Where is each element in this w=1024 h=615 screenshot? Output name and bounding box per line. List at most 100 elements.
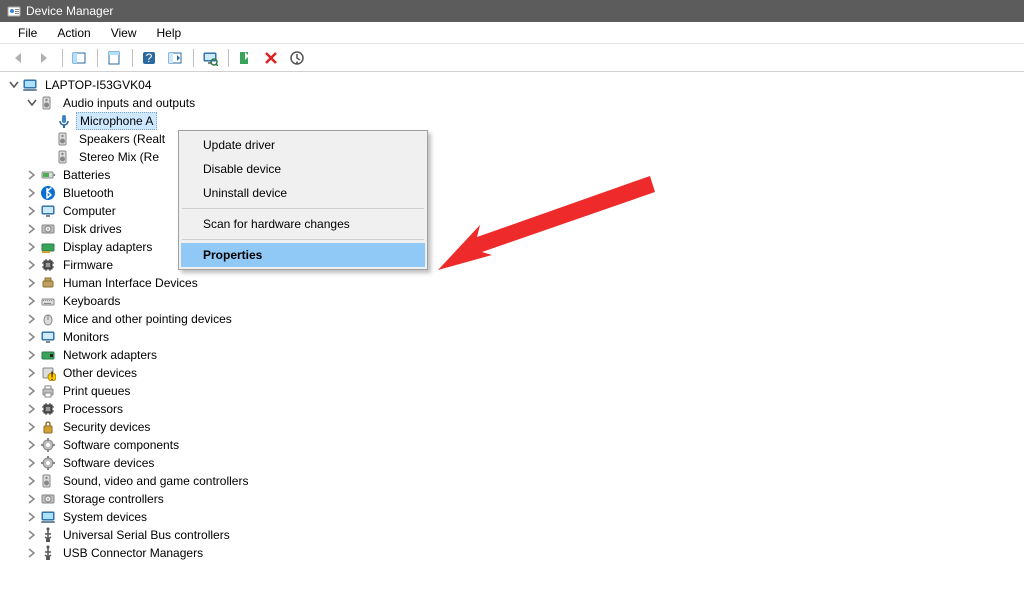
category-icon bbox=[40, 455, 56, 471]
tree-node-audio[interactable]: Audio inputs and outputs bbox=[8, 94, 1024, 112]
node-label: Security devices bbox=[60, 419, 153, 435]
node-label: Software components bbox=[60, 437, 182, 453]
show-hide-tree-button[interactable] bbox=[67, 47, 91, 69]
enable-device-button[interactable] bbox=[233, 47, 257, 69]
tree-node-software-devices[interactable]: Software devices bbox=[8, 454, 1024, 472]
node-label: Microphone A bbox=[76, 112, 157, 130]
node-label: Firmware bbox=[60, 257, 116, 273]
tree-node-keyboards[interactable]: Keyboards bbox=[8, 292, 1024, 310]
node-label: Other devices bbox=[60, 365, 140, 381]
expander-icon[interactable] bbox=[26, 331, 38, 343]
menu-view[interactable]: View bbox=[101, 24, 147, 42]
tree-node-storage-controllers[interactable]: Storage controllers bbox=[8, 490, 1024, 508]
node-label: Speakers (Realt bbox=[76, 131, 168, 147]
tree-node-human-interface-devices[interactable]: Human Interface Devices bbox=[8, 274, 1024, 292]
expander-icon[interactable] bbox=[26, 493, 38, 505]
cm-update-driver[interactable]: Update driver bbox=[181, 133, 425, 157]
menu-file[interactable]: File bbox=[8, 24, 47, 42]
expander-icon[interactable] bbox=[26, 277, 38, 289]
expander-icon[interactable] bbox=[26, 385, 38, 397]
tree-node-firmware[interactable]: Firmware bbox=[8, 256, 1024, 274]
node-label: Disk drives bbox=[60, 221, 125, 237]
expander-icon[interactable] bbox=[26, 259, 38, 271]
menu-action[interactable]: Action bbox=[47, 24, 100, 42]
expander-icon[interactable] bbox=[26, 349, 38, 361]
tree-node-disk-drives[interactable]: Disk drives bbox=[8, 220, 1024, 238]
speaker-icon bbox=[56, 131, 72, 147]
forward-button[interactable] bbox=[32, 47, 56, 69]
scan-hardware-button[interactable] bbox=[198, 47, 222, 69]
cm-separator bbox=[182, 208, 424, 209]
tree-node-sound-video-and-game-controllers[interactable]: Sound, video and game controllers bbox=[8, 472, 1024, 490]
speaker-icon bbox=[40, 95, 56, 111]
category-icon bbox=[40, 365, 56, 381]
tree-node-monitors[interactable]: Monitors bbox=[8, 328, 1024, 346]
tree-node-display-adapters[interactable]: Display adapters bbox=[8, 238, 1024, 256]
category-icon bbox=[40, 203, 56, 219]
expander-icon[interactable] bbox=[26, 475, 38, 487]
expander-icon[interactable] bbox=[26, 169, 38, 181]
speaker-icon bbox=[56, 149, 72, 165]
expander-icon[interactable] bbox=[26, 421, 38, 433]
expander-icon[interactable] bbox=[26, 457, 38, 469]
tree-node-security-devices[interactable]: Security devices bbox=[8, 418, 1024, 436]
tree-item-speakers[interactable]: Speakers (Realt bbox=[8, 130, 1024, 148]
category-icon bbox=[40, 473, 56, 489]
tree-item-microphone[interactable]: Microphone A bbox=[8, 112, 1024, 130]
category-icon bbox=[40, 491, 56, 507]
expander-icon[interactable] bbox=[26, 205, 38, 217]
tree-item-stereo-mix[interactable]: Stereo Mix (Re bbox=[8, 148, 1024, 166]
tree-node-usb-connector-managers[interactable]: USB Connector Managers bbox=[8, 544, 1024, 562]
tree-node-network-adapters[interactable]: Network adapters bbox=[8, 346, 1024, 364]
expander-icon[interactable] bbox=[8, 79, 20, 91]
expander-icon[interactable] bbox=[26, 97, 38, 109]
expander-icon[interactable] bbox=[26, 187, 38, 199]
menu-help[interactable]: Help bbox=[147, 24, 192, 42]
cm-disable-device[interactable]: Disable device bbox=[181, 157, 425, 181]
tree-node-processors[interactable]: Processors bbox=[8, 400, 1024, 418]
back-button[interactable] bbox=[6, 47, 30, 69]
tree-node-software-components[interactable]: Software components bbox=[8, 436, 1024, 454]
tree-node-other-devices[interactable]: Other devices bbox=[8, 364, 1024, 382]
category-icon bbox=[40, 383, 56, 399]
expander-icon[interactable] bbox=[26, 241, 38, 253]
cm-properties[interactable]: Properties bbox=[181, 243, 425, 267]
expander-icon[interactable] bbox=[26, 529, 38, 541]
tree-node-universal-serial-bus-controllers[interactable]: Universal Serial Bus controllers bbox=[8, 526, 1024, 544]
expander-icon[interactable] bbox=[26, 295, 38, 307]
cm-uninstall-device[interactable]: Uninstall device bbox=[181, 181, 425, 205]
tree-node-computer[interactable]: Computer bbox=[8, 202, 1024, 220]
help-button[interactable]: ? bbox=[137, 47, 161, 69]
tree-node-system-devices[interactable]: System devices bbox=[8, 508, 1024, 526]
tree-node-print-queues[interactable]: Print queues bbox=[8, 382, 1024, 400]
update-driver-button[interactable] bbox=[285, 47, 309, 69]
svg-text:?: ? bbox=[146, 51, 153, 65]
category-icon bbox=[40, 509, 56, 525]
device-tree[interactable]: LAPTOP-I53GVK04 Audio inputs and outputs… bbox=[0, 72, 1024, 615]
tree-root[interactable]: LAPTOP-I53GVK04 bbox=[8, 76, 1024, 94]
expander-icon[interactable] bbox=[26, 511, 38, 523]
action-button[interactable] bbox=[163, 47, 187, 69]
expander-icon[interactable] bbox=[26, 367, 38, 379]
category-icon bbox=[40, 239, 56, 255]
node-label: Universal Serial Bus controllers bbox=[60, 527, 233, 543]
node-label: Stereo Mix (Re bbox=[76, 149, 162, 165]
uninstall-device-button[interactable] bbox=[259, 47, 283, 69]
tree-node-mice-and-other-pointing-devices[interactable]: Mice and other pointing devices bbox=[8, 310, 1024, 328]
node-label: Sound, video and game controllers bbox=[60, 473, 251, 489]
properties-button[interactable] bbox=[102, 47, 126, 69]
node-label: Bluetooth bbox=[60, 185, 117, 201]
menubar: File Action View Help bbox=[0, 22, 1024, 44]
tree-node-bluetooth[interactable]: Bluetooth bbox=[8, 184, 1024, 202]
node-label: Network adapters bbox=[60, 347, 160, 363]
app-icon bbox=[6, 4, 20, 18]
expander-icon[interactable] bbox=[26, 313, 38, 325]
category-icon bbox=[40, 167, 56, 183]
cm-scan-hardware[interactable]: Scan for hardware changes bbox=[181, 212, 425, 236]
tree-node-batteries[interactable]: Batteries bbox=[8, 166, 1024, 184]
expander-icon[interactable] bbox=[26, 223, 38, 235]
expander-icon[interactable] bbox=[26, 547, 38, 559]
node-label: USB Connector Managers bbox=[60, 545, 206, 561]
expander-icon[interactable] bbox=[26, 439, 38, 451]
expander-icon[interactable] bbox=[26, 403, 38, 415]
